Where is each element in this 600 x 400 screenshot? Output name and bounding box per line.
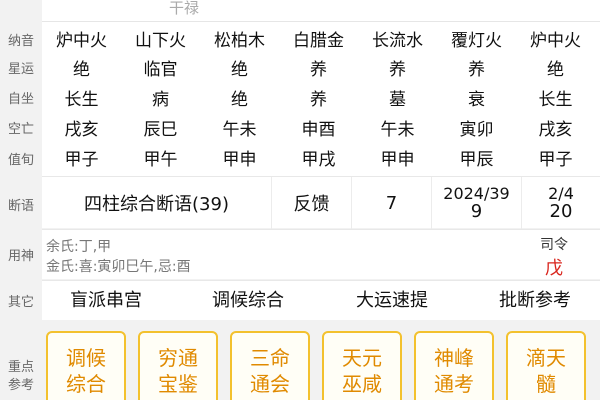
xingyun-cell: 养 xyxy=(310,60,327,80)
pillar-column: 长流水 养 墓 午未 甲申 xyxy=(358,22,437,176)
yongshen-line-2: 金氏:喜:寅卯巳午,忌:酉 xyxy=(46,259,191,275)
ref-card-line: 穷通 xyxy=(158,346,198,370)
ref-card-line: 天元 xyxy=(342,346,382,370)
xunshou-cell: 甲申 xyxy=(222,150,257,170)
kongwang-cell: 申酉 xyxy=(301,120,336,140)
label-qita: 其它 xyxy=(7,295,34,310)
ref-card-line: 三命 xyxy=(250,346,290,370)
kongwang-cell: 寅卯 xyxy=(459,120,494,140)
duanyu-row: 四柱综合断语(39) 反馈 7 2024/39 9 2/4 20 xyxy=(42,176,600,229)
pillar-column: 松柏木 绝 绝 午未 甲申 xyxy=(200,22,279,176)
label-kongwang: 空亡 xyxy=(7,122,34,137)
ref-card-line: 神峰 xyxy=(434,346,474,370)
ref-card-line: 巫咸 xyxy=(342,372,382,396)
nayin-cell: 松柏木 xyxy=(214,31,265,51)
ref-card-shenfeng[interactable]: 神峰 通考 xyxy=(414,331,494,400)
ref-card-line: 髓 xyxy=(536,372,556,396)
fraction-value: 2/4 20 xyxy=(522,177,600,229)
zizuo-cell: 长生 xyxy=(64,90,99,110)
xingyun-cell: 养 xyxy=(389,60,406,80)
yongshen-line-1: 余氏:丁,甲 xyxy=(46,239,112,255)
ref-card-line: 宝鉴 xyxy=(158,372,198,396)
ref-card-line: 滴天 xyxy=(526,346,566,370)
xunshou-cell: 甲子 xyxy=(538,150,573,170)
nayin-cell: 覆灯火 xyxy=(451,31,502,51)
kongwang-cell: 午未 xyxy=(222,120,257,140)
label-ref-1: 重点 xyxy=(7,360,34,375)
summary-button[interactable]: 四柱综合断语(39) xyxy=(42,177,272,229)
page-title: 干禄 xyxy=(168,0,199,17)
dayun-button[interactable]: 大运速提 xyxy=(328,281,456,321)
header-strip: 干禄 xyxy=(42,0,600,22)
label-zizuo: 自坐 xyxy=(7,92,34,107)
ref-card-sanming[interactable]: 三命 通会 xyxy=(230,331,310,400)
nayin-cell: 炉中火 xyxy=(530,31,581,51)
feedback-button[interactable]: 反馈 xyxy=(272,177,352,229)
nayin-cell: 炉中火 xyxy=(56,31,107,51)
zizuo-cell: 墓 xyxy=(389,90,406,110)
ref-card-tiaohou[interactable]: 调候 综合 xyxy=(46,331,126,400)
pillar-column: 炉中火 绝 长生 戌亥 甲子 xyxy=(516,22,595,176)
kongwang-cell: 辰巳 xyxy=(143,120,178,140)
piduan-button[interactable]: 批断参考 xyxy=(470,281,600,321)
label-xingyun: 星运 xyxy=(7,62,34,77)
pillar-column: 覆灯火 养 衰 寅卯 甲辰 xyxy=(437,22,516,176)
reference-cards: 调候 综合 穷通 宝鉴 三命 通会 天元 巫咸 神峰 通考 滴天 髓 xyxy=(42,321,600,400)
xingyun-cell: 绝 xyxy=(73,60,90,80)
siling-label: 司令 xyxy=(540,237,568,253)
label-duanyu: 断语 xyxy=(7,199,34,214)
xunshou-cell: 甲子 xyxy=(64,150,99,170)
fraction-line-2: 20 xyxy=(549,201,573,222)
ref-card-line: 综合 xyxy=(66,372,106,396)
kongwang-cell: 戌亥 xyxy=(64,120,99,140)
yongshen-row: 余氏:丁,甲 金氏:喜:寅卯巳午,忌:酉 司令 戊 xyxy=(42,229,600,279)
zizuo-cell: 衰 xyxy=(468,90,485,110)
siling-value: 戊 xyxy=(545,258,563,279)
qita-row: 盲派串宫 调候综合 大运速提 批断参考 xyxy=(42,280,600,320)
xunshou-cell: 甲辰 xyxy=(459,150,494,170)
ref-card-ditiansui[interactable]: 滴天 髓 xyxy=(506,331,586,400)
pillar-grid: 炉中火 绝 长生 戌亥 甲子 山下火 临官 病 辰巳 甲午 松柏木 绝 绝 午未… xyxy=(42,22,600,176)
zizuo-cell: 绝 xyxy=(231,90,248,110)
xingyun-cell: 养 xyxy=(468,60,485,80)
mangpai-button[interactable]: 盲派串宫 xyxy=(42,281,170,321)
date-value: 2024/39 9 xyxy=(432,177,522,229)
kongwang-cell: 戌亥 xyxy=(538,120,573,140)
xingyun-cell: 绝 xyxy=(547,60,564,80)
nayin-cell: 白腊金 xyxy=(293,31,344,51)
count-value: 7 xyxy=(352,177,432,229)
xunshou-cell: 甲戌 xyxy=(301,150,336,170)
zizuo-cell: 病 xyxy=(152,90,169,110)
xunshou-cell: 甲午 xyxy=(143,150,178,170)
ref-card-line: 调候 xyxy=(66,346,106,370)
ref-card-qiongtong[interactable]: 穷通 宝鉴 xyxy=(138,331,218,400)
date-line-2: 9 xyxy=(470,201,483,222)
nayin-cell: 山下火 xyxy=(135,31,186,51)
pillar-column: 白腊金 养 养 申酉 甲戌 xyxy=(279,22,358,176)
nayin-cell: 长流水 xyxy=(372,31,423,51)
zizuo-cell: 养 xyxy=(310,90,327,110)
xunshou-cell: 甲申 xyxy=(380,150,415,170)
pillar-column: 山下火 临官 病 辰巳 甲午 xyxy=(121,22,200,176)
label-xunshou: 值旬 xyxy=(7,153,34,168)
xingyun-cell: 临官 xyxy=(143,60,178,80)
label-ref-2: 参考 xyxy=(7,378,34,393)
zizuo-cell: 长生 xyxy=(538,90,573,110)
ref-card-line: 通考 xyxy=(434,372,474,396)
kongwang-cell: 午未 xyxy=(380,120,415,140)
xingyun-cell: 绝 xyxy=(231,60,248,80)
label-yongshen: 用神 xyxy=(7,249,34,264)
ref-card-tianyuan[interactable]: 天元 巫咸 xyxy=(322,331,402,400)
label-nayin: 纳音 xyxy=(7,34,34,49)
tiaohou-button[interactable]: 调候综合 xyxy=(184,281,312,321)
ref-card-line: 通会 xyxy=(250,372,290,396)
pillar-column: 炉中火 绝 长生 戌亥 甲子 xyxy=(42,22,121,176)
